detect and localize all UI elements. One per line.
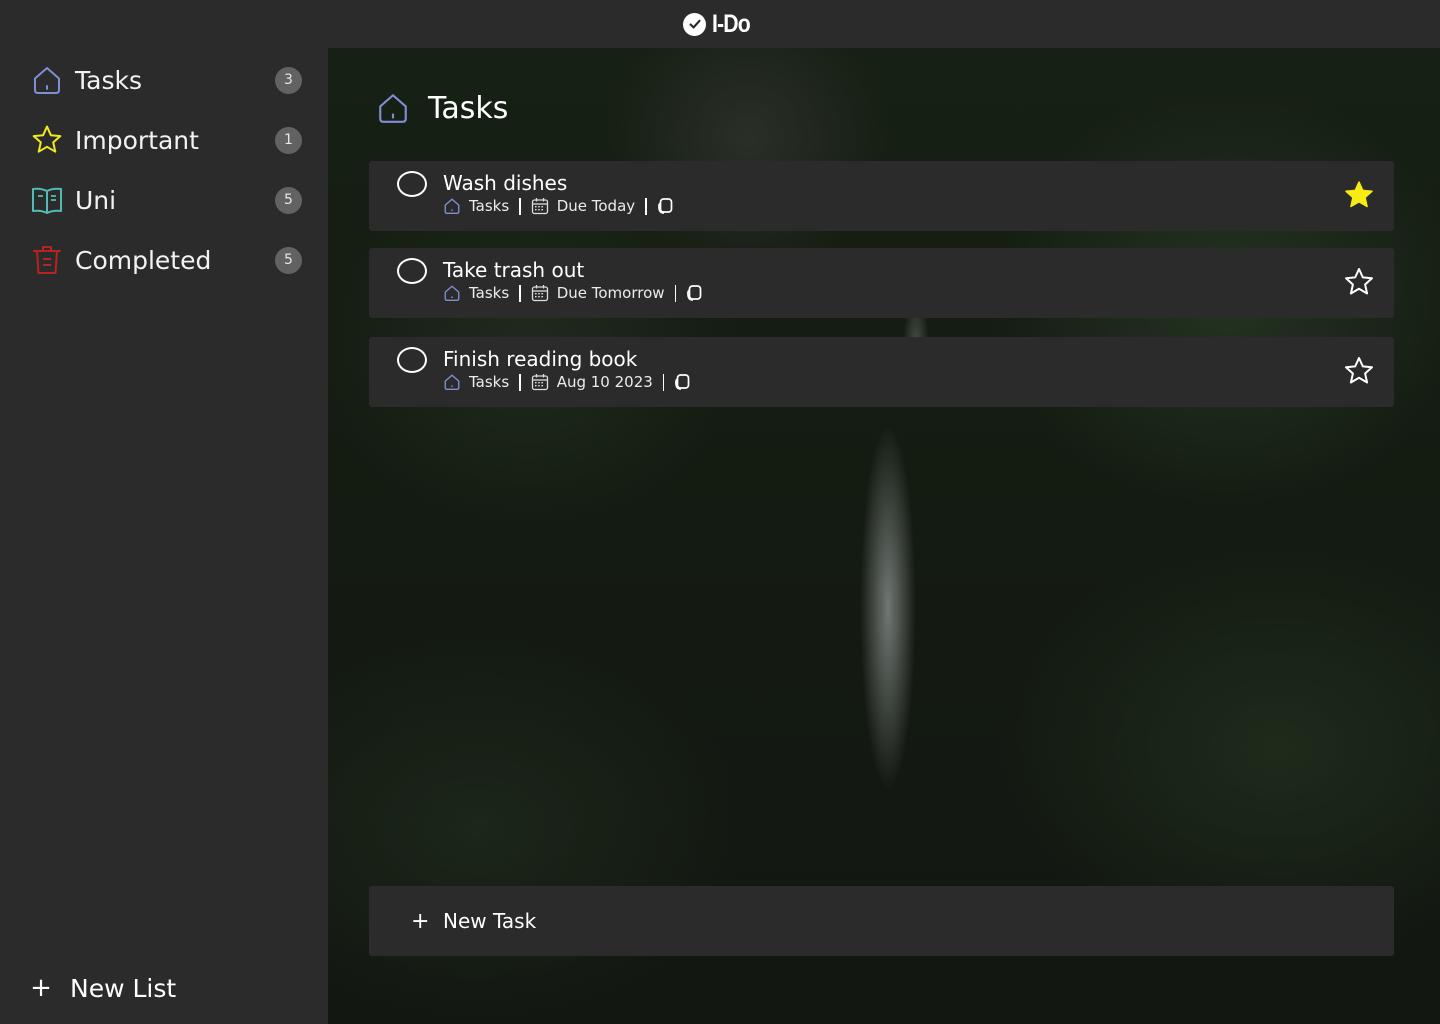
- calendar-icon: [531, 284, 549, 302]
- check-circle-icon: [683, 12, 707, 36]
- task-item[interactable]: Take trash out Tasks Due Tomorrow: [369, 248, 1394, 318]
- list-header: Tasks: [376, 88, 508, 128]
- complete-checkbox[interactable]: [397, 258, 427, 284]
- notes-icon: [657, 197, 675, 215]
- task-meta: Tasks Aug 10 2023: [443, 372, 692, 392]
- trash-icon: [30, 243, 64, 277]
- divider: [662, 373, 665, 391]
- home-icon: [443, 373, 461, 391]
- task-due: Due Today: [556, 197, 636, 215]
- calendar-icon: [531, 197, 549, 215]
- task-name: Finish reading book: [443, 347, 638, 371]
- count-badge: 3: [275, 66, 302, 94]
- star-icon[interactable]: [1342, 178, 1376, 212]
- app-title: I-Do: [712, 9, 751, 38]
- sidebar-item-important[interactable]: Important 1: [30, 120, 302, 160]
- home-icon: [443, 197, 461, 215]
- home-icon: [376, 91, 410, 125]
- divider: [519, 284, 521, 302]
- task-list-name: Tasks: [469, 197, 510, 215]
- star-icon: [30, 123, 64, 157]
- task-item[interactable]: Finish reading book Tasks Aug 10 2023: [369, 337, 1394, 407]
- sidebar-item-label: Tasks: [75, 65, 142, 95]
- star-icon[interactable]: [1342, 354, 1376, 388]
- task-list-name: Tasks: [469, 373, 510, 391]
- plus-icon: +: [411, 908, 430, 934]
- plus-icon: +: [30, 973, 52, 1003]
- task-item[interactable]: Wash dishes Tasks Due Today: [369, 161, 1394, 231]
- task-due: Due Tomorrow: [556, 284, 665, 302]
- count-badge: 5: [275, 246, 302, 274]
- task-meta: Tasks Due Tomorrow: [443, 283, 704, 303]
- count-badge: 1: [275, 126, 302, 154]
- star-icon[interactable]: [1342, 265, 1376, 299]
- new-task-label: New Task: [443, 909, 537, 933]
- top-bar: I-Do: [0, 0, 1440, 48]
- sidebar-item-label: Important: [75, 125, 199, 155]
- notes-icon: [674, 373, 692, 391]
- new-task-input[interactable]: + New Task: [369, 886, 1394, 956]
- divider: [519, 197, 521, 215]
- sidebar: Tasks 3 Important 1 Uni 5 Completed 5 + …: [0, 48, 328, 1024]
- app-logo: I-Do: [683, 10, 757, 39]
- book-icon: [30, 183, 64, 217]
- new-list-button[interactable]: + New List: [30, 970, 176, 1006]
- notes-icon: [686, 284, 704, 302]
- complete-checkbox[interactable]: [397, 347, 427, 373]
- task-name: Wash dishes: [443, 171, 568, 195]
- home-icon: [443, 284, 461, 302]
- complete-checkbox[interactable]: [397, 171, 427, 197]
- home-icon: [30, 63, 64, 97]
- divider: [519, 373, 521, 391]
- task-meta: Tasks Due Today: [443, 196, 675, 216]
- main-panel: Tasks Wash dishes Tasks Due Today Take t: [328, 48, 1440, 1024]
- calendar-icon: [531, 373, 549, 391]
- task-name: Take trash out: [443, 258, 585, 282]
- sidebar-item-completed[interactable]: Completed 5: [30, 240, 302, 280]
- page-title: Tasks: [428, 90, 509, 126]
- sidebar-item-tasks[interactable]: Tasks 3: [30, 60, 302, 100]
- task-due: Aug 10 2023: [556, 373, 653, 391]
- divider: [674, 284, 677, 302]
- new-list-label: New List: [70, 973, 177, 1003]
- count-badge: 5: [275, 186, 302, 214]
- sidebar-item-label: Completed: [75, 245, 212, 275]
- task-list-name: Tasks: [469, 284, 510, 302]
- sidebar-item-uni[interactable]: Uni 5: [30, 180, 302, 220]
- divider: [645, 197, 647, 215]
- sidebar-item-label: Uni: [75, 185, 117, 215]
